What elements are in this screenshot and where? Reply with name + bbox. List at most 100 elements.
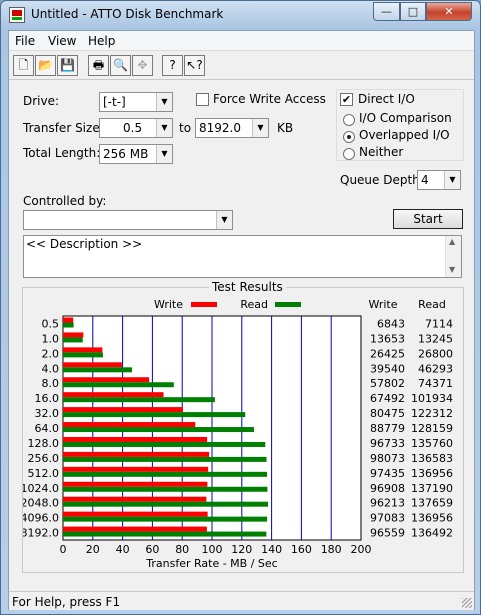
menu-help[interactable]: Help: [88, 34, 115, 48]
test-results-group: Test Results Write Read Write Read 0 20 40 60 80…: [22, 280, 464, 573]
save-icon[interactable]: 💾: [57, 55, 78, 76]
scroll-up-icon[interactable]: ▲: [449, 237, 455, 246]
read-bar: [63, 501, 269, 507]
print-preview-icon[interactable]: 🔍: [110, 55, 131, 76]
y-tick-label: 8192.0: [23, 527, 59, 540]
chevron-down-icon[interactable]: ▼: [252, 119, 268, 137]
write-value: 6843: [377, 318, 405, 331]
drive-label: Drive:: [23, 94, 60, 108]
help-icon[interactable]: ?: [162, 55, 183, 76]
controlled-by-select[interactable]: ▼: [23, 210, 233, 230]
read-bar: [63, 441, 266, 447]
write-value: 57802: [370, 377, 405, 390]
menu-file[interactable]: File: [15, 34, 35, 48]
write-value: 67492: [370, 392, 405, 405]
transfer-size-from-value: 0.5: [123, 121, 143, 135]
y-tick-label: 8.0: [42, 377, 60, 390]
client-area: File View Help 🗋 📂 💾 🖶 🔍 ✥? ↖? Drive: [-t-] ▼ …: [8, 30, 475, 610]
read-value: 46293: [418, 362, 453, 375]
read-value: 136492: [411, 527, 453, 540]
print-icon[interactable]: 🖶: [88, 55, 109, 76]
chevron-down-icon[interactable]: ▼: [156, 119, 172, 137]
write-value: 13653: [370, 332, 405, 345]
description-textbox[interactable]: << Description >> ▲ ▼: [23, 235, 462, 278]
drive-value: [-t-]: [103, 95, 126, 109]
description-scrollbar[interactable]: ▲ ▼: [445, 236, 461, 277]
read-bar: [63, 471, 268, 477]
write-bar: [63, 511, 208, 517]
x-tick-label: 80: [175, 543, 189, 556]
read-value: 136956: [411, 467, 453, 480]
controlled-by-label: Controlled by:: [23, 194, 107, 208]
menu-view[interactable]: View: [48, 34, 76, 48]
read-value: 7114: [425, 318, 453, 331]
write-bar: [63, 466, 209, 472]
toolbar: 🗋 📂 💾 🖶 🔍 ✥? ↖?: [9, 52, 474, 80]
read-bar: [63, 367, 132, 373]
move-icon[interactable]: ✥: [132, 55, 153, 76]
read-bar: [63, 486, 268, 492]
scroll-down-icon[interactable]: ▼: [449, 265, 455, 274]
window-title: Untitled - ATTO Disk Benchmark: [31, 7, 224, 21]
context-help-icon[interactable]: ↖?: [184, 55, 205, 76]
maximize-button[interactable]: □: [400, 2, 426, 21]
io-comparison-radio[interactable]: [343, 114, 355, 126]
write-bar: [63, 377, 150, 383]
write-value: 96733: [370, 437, 405, 450]
chevron-down-icon[interactable]: ▼: [156, 93, 172, 111]
x-tick-label: 140: [261, 543, 282, 556]
write-value: 39540: [370, 362, 405, 375]
resize-grip-icon[interactable]: [462, 598, 472, 608]
write-value: 97435: [370, 467, 405, 480]
drive-select[interactable]: [-t-] ▼: [99, 92, 173, 112]
write-value: 80475: [370, 407, 405, 420]
write-value: 26425: [370, 347, 405, 360]
queue-depth-select[interactable]: 4 ▼: [417, 170, 461, 190]
force-write-access-label: Force Write Access: [213, 92, 326, 106]
chevron-down-icon[interactable]: ▼: [216, 211, 232, 229]
transfer-size-to-select[interactable]: 8192.0 ▼: [195, 118, 269, 138]
read-value: 26800: [418, 347, 453, 360]
read-bar: [63, 322, 74, 328]
overlapped-io-radio[interactable]: [343, 131, 355, 143]
write-value: 88779: [370, 422, 405, 435]
y-tick-label: 1024.0: [23, 482, 59, 495]
force-write-access-checkbox[interactable]: [196, 93, 209, 106]
write-column-header: Write: [368, 298, 397, 311]
new-icon[interactable]: 🗋: [13, 55, 34, 76]
read-value: 122312: [411, 407, 453, 420]
chevron-down-icon[interactable]: ▼: [444, 171, 460, 189]
write-value: 96908: [370, 482, 405, 495]
close-button[interactable]: ✕: [426, 2, 472, 21]
start-button[interactable]: Start: [393, 209, 463, 229]
title-bar[interactable]: Untitled - ATTO Disk Benchmark — □ ✕: [1, 1, 480, 29]
minimize-button[interactable]: —: [373, 2, 400, 21]
read-bar: [63, 456, 267, 462]
chevron-down-icon[interactable]: ▼: [156, 145, 172, 163]
total-length-select[interactable]: 256 MB ▼: [99, 144, 173, 164]
read-bar: [63, 516, 268, 522]
neither-radio[interactable]: [343, 148, 355, 160]
read-column-header: Read: [418, 298, 446, 311]
transfer-size-from-select[interactable]: 0.5 ▼: [99, 118, 173, 138]
y-tick-label: 128.0: [28, 437, 60, 450]
write-value: 96559: [370, 527, 405, 540]
total-length-label: Total Length:: [23, 146, 101, 160]
write-bar: [63, 317, 74, 323]
atto-app-icon[interactable]: [9, 7, 25, 23]
x-tick-label: 180: [321, 543, 342, 556]
write-bar: [63, 392, 164, 398]
read-value: 136956: [411, 512, 453, 525]
read-bar: [63, 337, 83, 343]
write-bar: [63, 332, 84, 338]
y-tick-label: 2.0: [42, 347, 60, 360]
legend-write-swatch: [191, 302, 217, 307]
transfer-size-label: Transfer Size:: [23, 121, 104, 135]
to-label: to: [179, 121, 192, 135]
open-icon[interactable]: 📂: [35, 55, 56, 76]
read-bar: [63, 352, 103, 358]
read-value: 74371: [418, 377, 453, 390]
queue-depth-label: Queue Depth:: [340, 173, 424, 187]
kb-unit-label: KB: [277, 121, 294, 135]
io-comparison-label: I/O Comparison: [359, 111, 452, 125]
